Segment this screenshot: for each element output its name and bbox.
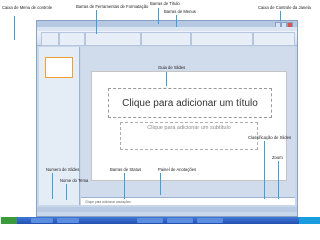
label-guia-slides: Guia de Slides <box>158 65 186 70</box>
notes-pane[interactable]: Clique para adicionar anotações <box>81 197 295 205</box>
label-zoom: Zoom <box>272 155 283 160</box>
ribbon-group-font[interactable] <box>85 32 141 46</box>
slide-thumbnail[interactable] <box>45 57 73 78</box>
taskbar-item[interactable] <box>197 218 223 223</box>
label-barras-status: Barras de Status <box>110 167 142 172</box>
pointer-line <box>278 161 279 199</box>
powerpoint-window: Clique para adicionar um título Clique p… <box>1 20 320 224</box>
label-classificacao-slides: Classificação de Slides <box>248 135 292 140</box>
taskbar <box>1 217 320 224</box>
pointer-line <box>264 141 265 199</box>
label-painel-anotacoes: Painel de Anotações <box>158 167 197 172</box>
label-barras-ferramentas: Barras de Ferramentas de Formatação <box>76 4 149 9</box>
ribbon-group-paragraph[interactable] <box>141 32 191 46</box>
pointer-line <box>14 16 15 40</box>
ribbon-group-drawing[interactable] <box>191 32 253 46</box>
ribbon-group-editing[interactable] <box>253 32 295 46</box>
pointer-line <box>158 8 159 24</box>
label-barras-menus: Barras de Menus <box>164 9 196 14</box>
label-caixa-menu-controle: Caixa de Menu de controle <box>2 5 53 10</box>
system-tray <box>299 217 320 224</box>
label-nome-tema: Nome do Tema <box>60 178 89 183</box>
pointer-line <box>96 10 97 34</box>
taskbar-item[interactable] <box>137 218 163 223</box>
pointer-line <box>280 11 281 21</box>
pointer-line <box>124 173 125 199</box>
label-numero-slides: Numero de Slides <box>46 167 80 172</box>
taskbar-item[interactable] <box>167 218 193 223</box>
subtitle-placeholder[interactable]: Clique para adicionar um subtítulo <box>120 122 258 150</box>
label-barras-titulo: Barras de Título <box>150 1 180 6</box>
status-bar <box>37 207 297 212</box>
pointer-line <box>176 15 177 27</box>
slide[interactable]: Clique para adicionar um título Clique p… <box>91 71 287 181</box>
ribbon-group-clipboard[interactable] <box>41 32 59 46</box>
title-placeholder[interactable]: Clique para adicionar um título <box>108 88 272 118</box>
pointer-line <box>160 173 161 195</box>
label-caixa-controle-janela: Caixa de Controle da Janela <box>258 5 311 10</box>
start-button[interactable] <box>1 217 17 224</box>
pointer-line <box>52 173 53 199</box>
taskbar-item[interactable] <box>31 218 53 223</box>
pointer-line <box>166 72 167 86</box>
slide-canvas: Clique para adicionar um título Clique p… <box>81 47 295 205</box>
ribbon-group-slides[interactable] <box>59 32 85 46</box>
pointer-line <box>66 184 67 200</box>
taskbar-item[interactable] <box>57 218 79 223</box>
